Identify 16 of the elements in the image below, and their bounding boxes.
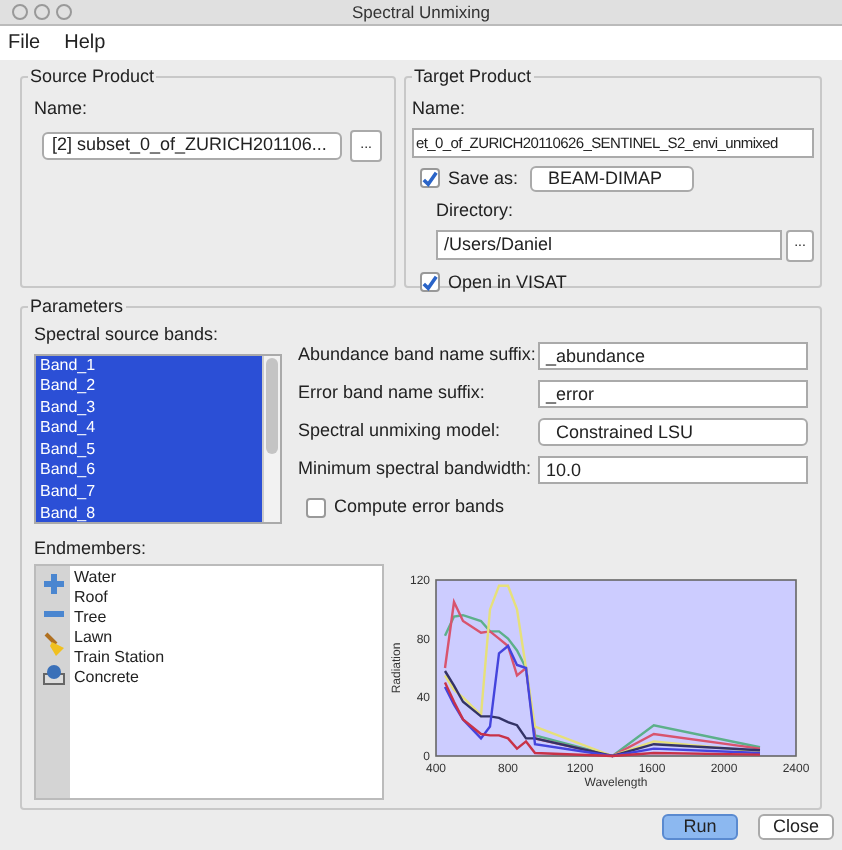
checkbox-label: Save as:: [448, 165, 519, 191]
group-title: Parameters: [28, 296, 126, 318]
field-label: Spectral unmixing model:: [298, 418, 503, 445]
window-title: Spectral Unmixing: [352, 0, 490, 25]
field-label: Error band name suffix:: [298, 380, 487, 407]
group-title: Target Product: [412, 66, 534, 88]
field-label: Abundance band name suffix:: [298, 342, 538, 369]
checkbox-label: Compute error bands: [334, 494, 505, 520]
field-label: Directory:: [434, 198, 516, 224]
field-label: Minimum spectral bandwidth:: [298, 456, 534, 483]
group-title: Source Product: [28, 66, 157, 88]
list-label: Endmembers:: [34, 535, 149, 561]
checkbox-label: Open in VISAT: [448, 269, 567, 296]
field-label: Name:: [34, 96, 90, 122]
field-label: Name:: [412, 96, 468, 122]
list-label: Spectral source bands:: [34, 322, 221, 348]
